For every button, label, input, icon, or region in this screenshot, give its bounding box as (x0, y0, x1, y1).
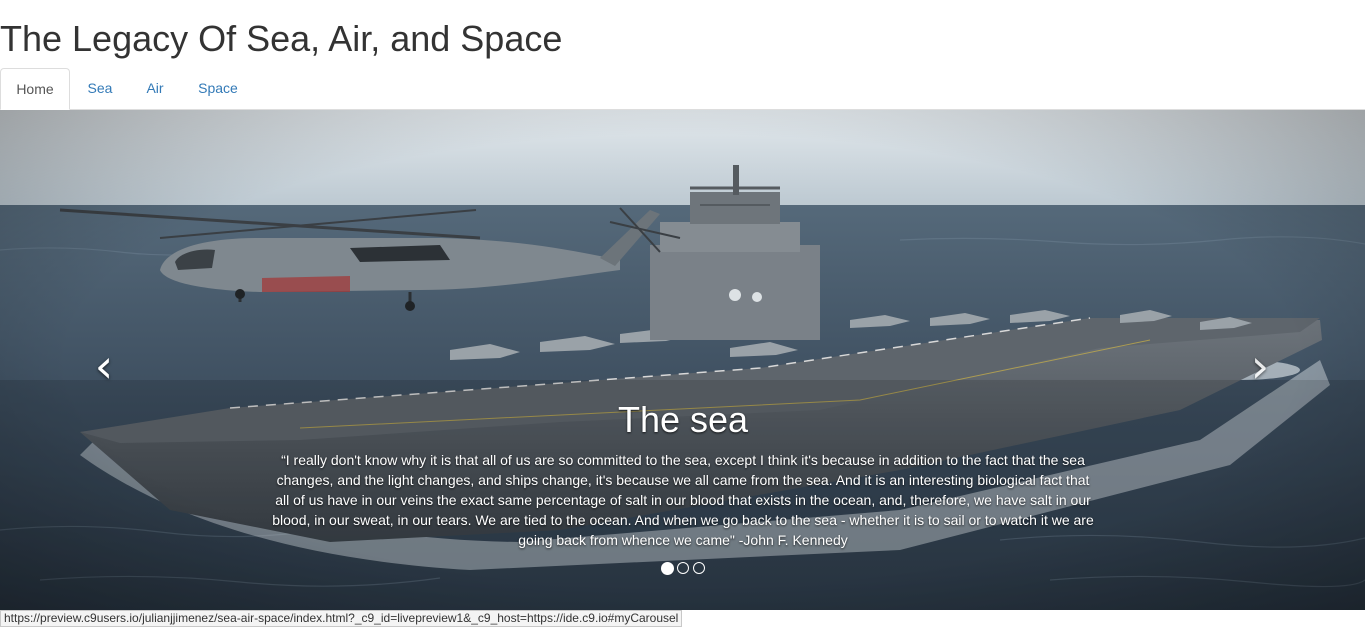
carousel-indicator-2[interactable] (677, 562, 689, 574)
carousel-caption: The sea “I really don't know why it is t… (270, 398, 1096, 550)
tab-sea[interactable]: Sea (78, 68, 122, 110)
carousel-prev-control[interactable]: ‹ (84, 343, 124, 389)
carousel-caption-text: “I really don't know why it is that all … (272, 452, 1094, 548)
browser-status-bar: https://preview.c9users.io/julianjjimene… (0, 610, 683, 627)
page-title: The Legacy Of Sea, Air, and Space (0, 18, 563, 59)
carousel-indicator-3[interactable] (693, 562, 705, 574)
nav-tabs: Home Sea Air Space (0, 68, 1365, 110)
tab-air[interactable]: Air (136, 68, 174, 110)
carousel-indicators (0, 561, 1365, 576)
tab-home[interactable]: Home (0, 68, 70, 110)
image-carousel: ‹ › The sea “I really don't know why it … (0, 110, 1365, 610)
carousel-caption-title: The sea (617, 399, 749, 440)
carousel-indicator-1[interactable] (661, 561, 674, 575)
tab-space[interactable]: Space (188, 68, 248, 110)
carousel-next-control[interactable]: › (1240, 343, 1280, 389)
chevron-right-icon: › (1250, 339, 1270, 393)
chevron-left-icon: ‹ (94, 339, 114, 393)
